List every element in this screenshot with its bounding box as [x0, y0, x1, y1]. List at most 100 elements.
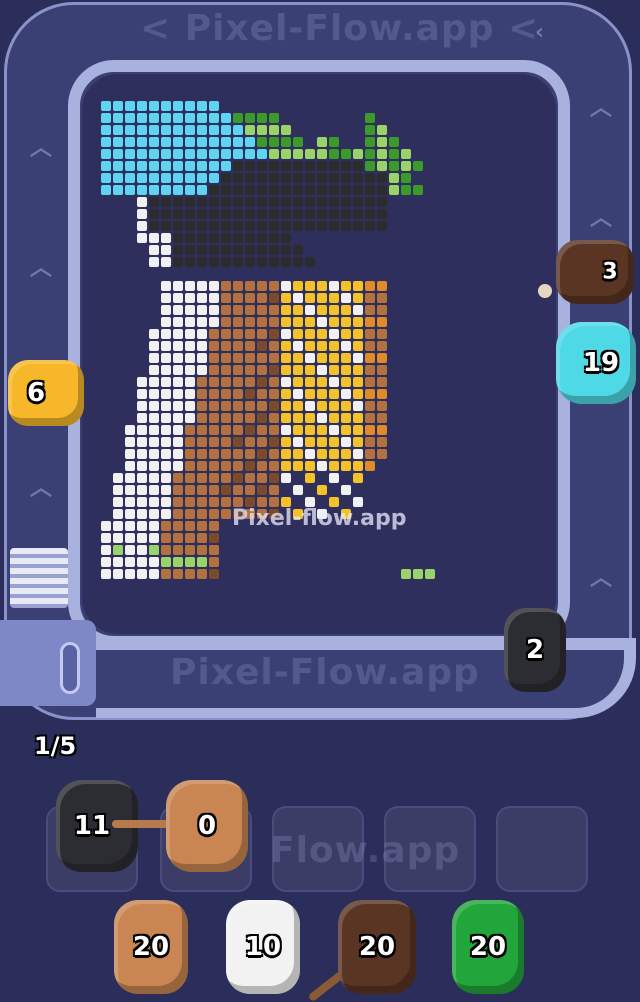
pixel-block: [281, 341, 291, 351]
pixel-block: [149, 365, 159, 375]
pixel-block: [149, 521, 159, 531]
pixel-block: [329, 317, 339, 327]
pixel-block: [137, 449, 147, 459]
pixel-block: [161, 497, 171, 507]
shooter-yellow[interactable]: 6: [8, 360, 84, 426]
pixel-block: [317, 389, 327, 399]
pixel-block: [245, 281, 255, 291]
pixel-block: [317, 461, 327, 471]
pixel-block: [233, 173, 243, 183]
pixel-block: [377, 161, 387, 171]
pixel-block: [317, 425, 327, 435]
pixel-block: [173, 485, 183, 495]
pixel-block: [377, 401, 387, 411]
pixel-block: [245, 425, 255, 435]
pixel-block: [161, 125, 171, 135]
pixel-block: [197, 257, 207, 267]
pixel-block: [149, 125, 159, 135]
pixel-block: [389, 149, 399, 159]
pixel-block: [185, 449, 195, 459]
pixel-block: [149, 233, 159, 243]
shooter-cyan[interactable]: 19: [556, 322, 636, 404]
pixel-block: [149, 533, 159, 543]
pixel-block: [317, 341, 327, 351]
pixel-block: [161, 137, 171, 147]
pixel-block: [197, 401, 207, 411]
pixel-block: [269, 161, 279, 171]
pixel-block: [209, 233, 219, 243]
pixel-block: [281, 365, 291, 375]
pixel-block: [137, 209, 147, 219]
pixel-block: [101, 101, 111, 111]
waiting-shooter-green[interactable]: 20: [452, 900, 524, 994]
pixel-block: [209, 461, 219, 471]
pixel-block: [269, 365, 279, 375]
pixel-block: [281, 317, 291, 327]
pixel-block: [125, 185, 135, 195]
queued-shooter-brown[interactable]: 0: [166, 780, 248, 872]
pixel-block: [185, 221, 195, 231]
pixel-block: [257, 137, 267, 147]
pixel-block: [209, 305, 219, 315]
pixel-block: [257, 281, 267, 291]
pixel-block: [173, 233, 183, 243]
pixel-block: [125, 557, 135, 567]
pixel-block: [353, 329, 363, 339]
queue-slot-5[interactable]: [496, 806, 588, 892]
pixel-block: [173, 317, 183, 327]
shooter-count: 20: [132, 932, 170, 962]
pixel-block: [317, 437, 327, 447]
pixel-block: [353, 317, 363, 327]
pixel-block: [209, 209, 219, 219]
pixel-block: [353, 209, 363, 219]
pixel-block: [125, 569, 135, 579]
pixel-block: [197, 497, 207, 507]
pixel-block: [269, 173, 279, 183]
pixel-block: [197, 149, 207, 159]
pixel-block: [221, 449, 231, 459]
pixel-block: [161, 113, 171, 123]
pixel-block: [173, 569, 183, 579]
pixel-block: [257, 353, 267, 363]
pixel-block: [329, 221, 339, 231]
pixel-block: [209, 353, 219, 363]
pixel-block: [173, 557, 183, 567]
pixel-block: [197, 161, 207, 171]
pixel-block: [197, 533, 207, 543]
pixel-block: [233, 161, 243, 171]
watermark-slots: Flow.app: [270, 830, 461, 871]
pixel-block: [185, 353, 195, 363]
waiting-shooter-white[interactable]: 10: [226, 900, 300, 994]
watermark-center: Pixel-flow.app: [232, 506, 407, 531]
pixel-block: [341, 329, 351, 339]
pixel-block: [293, 185, 303, 195]
pixel-block: [197, 293, 207, 303]
pixel-block: [365, 401, 375, 411]
pixel-block: [137, 569, 147, 579]
pixel-block: [353, 161, 363, 171]
pixel-block: [245, 293, 255, 303]
pixel-block: [113, 497, 123, 507]
pixel-block: [353, 461, 363, 471]
pixel-block: [329, 149, 339, 159]
pixel-block: [305, 461, 315, 471]
waiting-shooter-brown[interactable]: 20: [114, 900, 188, 994]
pixel-block: [233, 233, 243, 243]
pixel-block: [137, 389, 147, 399]
pixel-block: [317, 137, 327, 147]
pixel-block: [269, 233, 279, 243]
pixel-block: [173, 161, 183, 171]
waiting-shooter-dark-brown[interactable]: 20: [338, 900, 416, 994]
pixel-block: [197, 209, 207, 219]
pixel-block: [221, 125, 231, 135]
shooter-dark-brown[interactable]: 3: [556, 240, 634, 304]
pixel-block: [329, 461, 339, 471]
pixel-block: [257, 257, 267, 267]
pixel-block: [161, 329, 171, 339]
pixel-block: [317, 281, 327, 291]
pixel-block: [221, 149, 231, 159]
track-arrow-icon: ︿: [30, 136, 53, 161]
pixel-block: [305, 257, 315, 267]
pixel-block: [341, 281, 351, 291]
shooter-black[interactable]: 2: [504, 608, 566, 692]
